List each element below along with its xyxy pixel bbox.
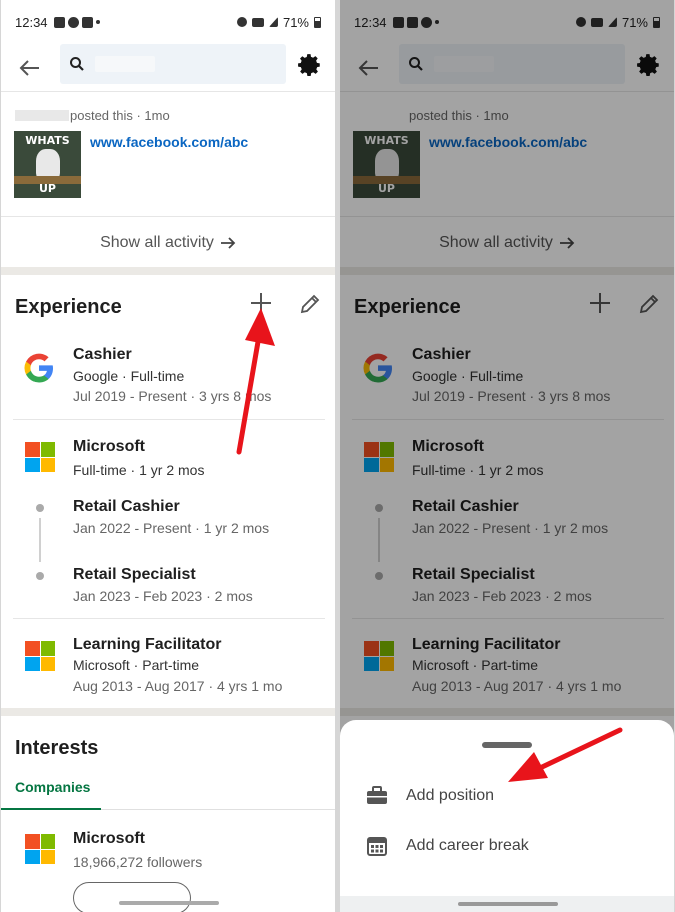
section-gap xyxy=(1,267,335,275)
battery-percent: 71% xyxy=(282,14,309,30)
job-dates: Aug 2013 - Aug 2017 · 4 yrs 1 mo xyxy=(73,678,283,694)
tab-companies[interactable]: Companies xyxy=(15,779,90,795)
divider xyxy=(13,618,325,619)
job-subtitle: Google · Full-time xyxy=(73,368,185,384)
add-experience-plus-icon[interactable] xyxy=(248,290,274,316)
calendar-icon xyxy=(364,833,390,859)
divider xyxy=(13,419,325,420)
search-query-redacted xyxy=(95,56,155,72)
role-title[interactable]: Retail Cashier xyxy=(73,498,180,516)
timeline-dot xyxy=(36,504,44,512)
post-thumbnail[interactable]: WHATS UP xyxy=(14,131,81,198)
search-icon xyxy=(70,57,84,71)
microsoft-logo-icon xyxy=(25,442,55,472)
back-arrow-icon xyxy=(19,59,39,76)
top-bar xyxy=(1,44,335,92)
timeline-line xyxy=(39,518,41,562)
post-meta: posted this · 1mo xyxy=(15,108,170,123)
edit-pencil-icon[interactable] xyxy=(298,292,322,316)
battery-icon xyxy=(314,16,321,28)
more-dot-icon xyxy=(95,20,100,24)
post-link[interactable]: www.facebook.com/abc xyxy=(90,134,248,150)
role-title[interactable]: Retail Specialist xyxy=(73,566,196,584)
wifi-icon xyxy=(251,17,264,27)
settings-gear-icon[interactable] xyxy=(297,52,323,78)
right-screen: 12:34 71% posted this · 1mo WHATS UP www… xyxy=(340,0,674,912)
status-time: 12:34 xyxy=(15,14,48,30)
sheet-drag-handle[interactable] xyxy=(482,742,532,748)
timeline-dot xyxy=(36,572,44,580)
back-button[interactable] xyxy=(1,44,59,92)
gmail-icon xyxy=(53,16,65,28)
experience-title: Experience xyxy=(15,296,122,318)
author-name-redacted xyxy=(15,110,69,121)
search-bar[interactable] xyxy=(60,44,286,84)
tab-active-indicator xyxy=(1,808,101,810)
alarm-icon xyxy=(236,17,247,27)
microsoft-logo-icon xyxy=(25,834,55,864)
company-followers: 18,966,272 followers xyxy=(73,854,203,870)
home-indicator xyxy=(458,902,558,906)
role-dates: Jan 2023 - Feb 2023 · 2 mos xyxy=(73,588,253,604)
left-screen: 12:34 71% posted this · 1mo WHATS UP www… xyxy=(1,0,335,912)
section-gap xyxy=(1,708,335,716)
meme-cat-shape xyxy=(36,149,60,179)
add-career-break-option[interactable]: Add career break xyxy=(364,831,529,861)
following-button[interactable] xyxy=(73,882,191,912)
gallery-icon xyxy=(81,16,93,28)
annotation-arrow xyxy=(236,308,275,455)
company-subtitle: Full-time · 1 yr 2 mos xyxy=(73,462,205,478)
job-title[interactable]: Learning Facilitator xyxy=(73,636,221,654)
arrow-right-icon xyxy=(220,236,236,249)
whatsapp-icon xyxy=(67,16,79,28)
job-subtitle: Microsoft · Part-time xyxy=(73,657,200,673)
status-bar: 12:34 71% xyxy=(1,0,335,44)
company-title[interactable]: Microsoft xyxy=(73,438,145,456)
microsoft-logo-icon xyxy=(25,641,55,671)
signal-icon xyxy=(268,17,278,27)
job-title[interactable]: Cashier xyxy=(73,346,132,364)
add-bottom-sheet: Add position Add career break xyxy=(340,720,674,912)
show-all-activity-button[interactable]: Show all activity xyxy=(1,216,335,268)
company-name[interactable]: Microsoft xyxy=(73,830,145,848)
activity-post[interactable]: posted this · 1mo WHATS UP www.facebook.… xyxy=(1,94,335,216)
role-dates: Jan 2022 - Present · 1 yr 2 mos xyxy=(73,520,270,536)
add-position-option[interactable]: Add position xyxy=(364,781,494,811)
interests-title: Interests xyxy=(15,737,99,759)
briefcase-icon xyxy=(364,783,390,809)
google-logo-icon xyxy=(24,353,53,383)
notification-icons xyxy=(53,16,100,28)
home-indicator xyxy=(119,901,219,905)
job-dates: Jul 2019 - Present · 3 yrs 8 mos xyxy=(73,388,272,404)
